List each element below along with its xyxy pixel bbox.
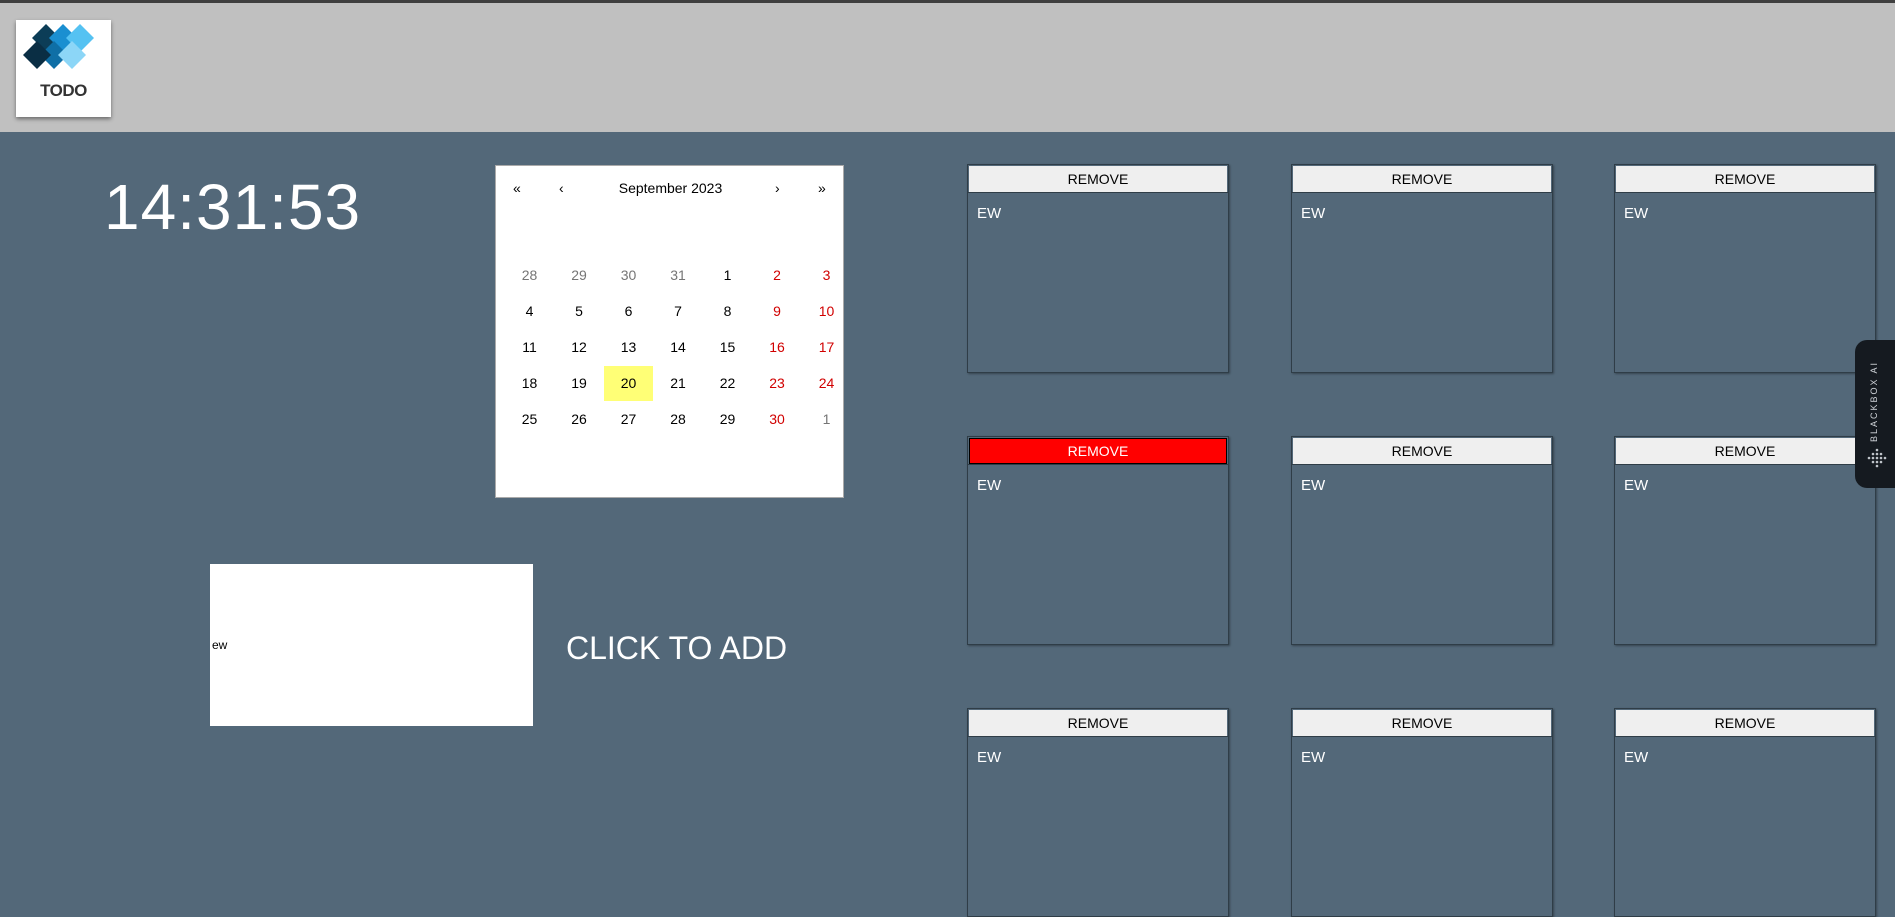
calendar-day[interactable]: 21 [654, 366, 703, 401]
remove-todo-button[interactable]: REMOVE [969, 710, 1227, 736]
calendar-day[interactable]: 5 [555, 294, 604, 329]
card-divider [1292, 464, 1552, 465]
todo-text: EW [1624, 205, 1649, 222]
calendar-day[interactable]: 28 [654, 402, 703, 437]
remove-todo-button[interactable]: REMOVE [1293, 166, 1551, 192]
card-divider [1292, 736, 1552, 737]
remove-todo-button[interactable]: REMOVE [1616, 710, 1874, 736]
todo-text: EW [1301, 205, 1326, 222]
calendar-day-today[interactable]: 20 [604, 366, 653, 401]
calendar-day[interactable]: 3 [802, 258, 851, 293]
todo-text: EW [1301, 477, 1326, 494]
calendar-day[interactable]: 17 [802, 330, 851, 365]
calendar-day[interactable]: 8 [703, 294, 752, 329]
remove-todo-button[interactable]: REMOVE [1293, 438, 1551, 464]
calendar-day[interactable]: 9 [753, 294, 802, 329]
calendar-day[interactable]: 16 [753, 330, 802, 365]
new-todo-input[interactable] [210, 564, 533, 726]
calendar-day[interactable]: 18 [505, 366, 554, 401]
calendar-day[interactable]: 2 [753, 258, 802, 293]
calendar-next-month-button[interactable]: › [775, 180, 780, 196]
todo-card: REMOVE EW [1614, 708, 1876, 917]
calendar-day[interactable]: 15 [703, 330, 752, 365]
todo-text: EW [977, 205, 1002, 222]
calendar-day[interactable]: 14 [654, 330, 703, 365]
calendar-day[interactable]: 12 [555, 330, 604, 365]
calendar-day[interactable]: 24 [802, 366, 851, 401]
card-divider [1615, 736, 1875, 737]
calendar-day[interactable]: 27 [604, 402, 653, 437]
calendar-day[interactable]: 10 [802, 294, 851, 329]
calendar-day[interactable]: 22 [703, 366, 752, 401]
clock-display: 14:31:53 [104, 171, 362, 243]
todo-card: REMOVE EW [1614, 436, 1876, 645]
blackbox-ai-label: BLACKBOX AI [1869, 360, 1879, 442]
card-divider [968, 192, 1228, 193]
calendar-day[interactable]: 1 [802, 402, 851, 437]
remove-todo-button[interactable]: REMOVE [969, 438, 1227, 464]
calendar-month-title[interactable]: September 2023 [496, 180, 845, 196]
blackbox-dots-icon [1867, 448, 1887, 468]
calendar-day[interactable]: 13 [604, 330, 653, 365]
calendar-day[interactable]: 19 [555, 366, 604, 401]
todo-text: EW [1624, 749, 1649, 766]
todo-text: EW [977, 749, 1002, 766]
remove-todo-button[interactable]: REMOVE [1616, 166, 1874, 192]
calendar-day[interactable]: 1 [703, 258, 752, 293]
todo-card: REMOVE EW [967, 708, 1229, 917]
calendar-day[interactable]: 30 [604, 258, 653, 293]
todo-card: REMOVE EW [967, 164, 1229, 373]
calendar-day[interactable]: 7 [654, 294, 703, 329]
calendar-day[interactable]: 25 [505, 402, 554, 437]
calendar: « ‹ September 2023 › » 28 29 30 31 1 2 3 4 5 6 7 8 9… [495, 165, 844, 498]
app-logo[interactable]: TODO [16, 20, 111, 117]
card-divider [1615, 464, 1875, 465]
calendar-day[interactable]: 29 [555, 258, 604, 293]
todo-card: REMOVE EW [967, 436, 1229, 645]
todo-text: EW [1624, 477, 1649, 494]
remove-todo-button[interactable]: REMOVE [969, 166, 1227, 192]
calendar-day[interactable]: 6 [604, 294, 653, 329]
calendar-day[interactable]: 4 [505, 294, 554, 329]
todo-card: REMOVE EW [1291, 436, 1553, 645]
todo-text: EW [977, 477, 1002, 494]
calendar-day[interactable]: 30 [753, 402, 802, 437]
todo-card: REMOVE EW [1291, 164, 1553, 373]
remove-todo-button[interactable]: REMOVE [1293, 710, 1551, 736]
card-divider [1292, 192, 1552, 193]
app-header: TODO [0, 3, 1895, 132]
logo-text: TODO [40, 81, 87, 100]
calendar-day[interactable]: 29 [703, 402, 752, 437]
blackbox-ai-tab[interactable]: BLACKBOX AI [1855, 340, 1895, 488]
card-divider [968, 736, 1228, 737]
card-divider [1615, 192, 1875, 193]
todo-card: REMOVE EW [1291, 708, 1553, 917]
calendar-day[interactable]: 28 [505, 258, 554, 293]
calendar-day[interactable]: 11 [505, 330, 554, 365]
calendar-day[interactable]: 23 [753, 366, 802, 401]
calendar-day[interactable]: 31 [654, 258, 703, 293]
todo-card: REMOVE EW [1614, 164, 1876, 373]
calendar-day[interactable]: 26 [555, 402, 604, 437]
calendar-next-year-button[interactable]: » [818, 180, 826, 196]
add-todo-button[interactable]: CLICK TO ADD [566, 630, 787, 667]
todo-text: EW [1301, 749, 1326, 766]
card-divider [968, 464, 1228, 465]
remove-todo-button[interactable]: REMOVE [1616, 438, 1874, 464]
